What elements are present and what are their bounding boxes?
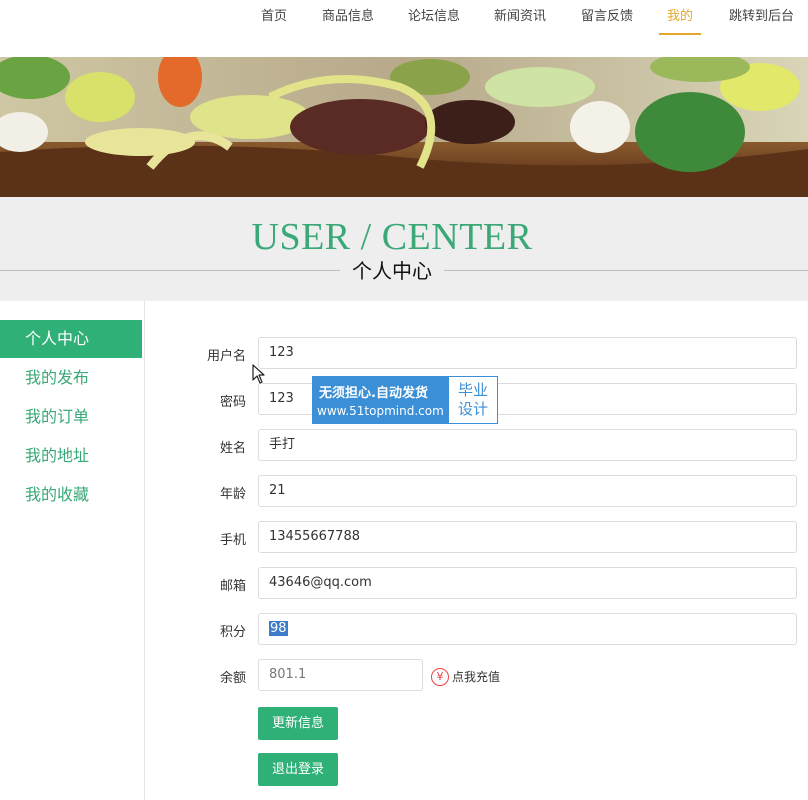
nav-admin[interactable]: 跳转到后台 [729, 0, 794, 34]
nav-home[interactable]: 首页 [261, 0, 287, 34]
sidebar-item-profile[interactable]: 个人中心 [0, 320, 142, 358]
watermark-text-block: 无须担心.自动发货 www.51topmind.com [313, 377, 449, 423]
sidebar-item-orders[interactable]: 我的订单 [0, 398, 142, 436]
update-info-button[interactable]: 更新信息 [258, 707, 338, 740]
sidebar-item-favorites[interactable]: 我的收藏 [0, 476, 142, 514]
phone-field[interactable]: 13455667788 [258, 521, 797, 553]
name-field[interactable]: 手打 [258, 429, 797, 461]
banner-food-illustration [0, 57, 808, 197]
recharge-link[interactable]: ¥ 点我充值 [431, 665, 500, 687]
page-title-en: USER / CENTER [251, 216, 533, 258]
name-label: 姓名 [219, 441, 246, 456]
title-divider-left [0, 270, 340, 271]
sidebar-item-posts[interactable]: 我的发布 [0, 359, 142, 397]
watermark-badge-line1: 毕业 [457, 381, 488, 399]
phone-label: 手机 [219, 533, 246, 548]
password-label: 密码 [219, 395, 246, 410]
recharge-label: 点我充值 [452, 669, 501, 684]
nav-products[interactable]: 商品信息 [322, 0, 374, 34]
points-label: 积分 [219, 625, 246, 640]
sidebar: 个人中心 我的发布 我的订单 我的地址 我的收藏 [0, 301, 145, 800]
email-label: 邮箱 [219, 579, 246, 594]
sidebar-item-addresses[interactable]: 我的地址 [0, 437, 142, 475]
points-value-selected: 98 [269, 621, 288, 636]
username-label: 用户名 [206, 349, 246, 364]
nav-mine[interactable]: 我的 [659, 0, 702, 35]
nav-news[interactable]: 新闻资讯 [494, 0, 546, 34]
page-title-band: USER / CENTER 个人中心 [0, 197, 808, 301]
watermark-line2: www.51topmind.com [317, 404, 444, 418]
nav-active-underline [659, 33, 702, 35]
nav-feedback[interactable]: 留言反馈 [581, 0, 633, 34]
banner-image [0, 57, 808, 197]
page-title-cn: 个人中心 [340, 255, 444, 284]
nav-mine-label: 我的 [667, 9, 694, 24]
balance-field: 801.1 [258, 659, 423, 691]
yen-icon: ¥ [431, 667, 449, 686]
balance-label: 余额 [219, 671, 246, 686]
age-label: 年龄 [219, 487, 246, 502]
age-field[interactable]: 21 [258, 475, 797, 507]
mouse-cursor-icon [252, 364, 265, 384]
nav-forum[interactable]: 论坛信息 [408, 0, 460, 34]
watermark-line1: 无须担心.自动发货 [319, 386, 428, 401]
points-field[interactable]: 98 [258, 613, 797, 645]
title-divider-right [444, 270, 808, 271]
logout-button[interactable]: 退出登录 [258, 753, 338, 786]
email-field[interactable]: 43646@qq.com [258, 567, 797, 599]
watermark-badge: 毕业 设计 [449, 377, 497, 423]
watermark-overlay: 无须担心.自动发货 www.51topmind.com 毕业 设计 [312, 376, 498, 424]
username-field[interactable]: 123 [258, 337, 797, 369]
watermark-badge-line2: 设计 [457, 400, 488, 418]
top-navigation: 首页 商品信息 论坛信息 新闻资讯 留言反馈 我的 跳转到后台 [0, 0, 808, 57]
